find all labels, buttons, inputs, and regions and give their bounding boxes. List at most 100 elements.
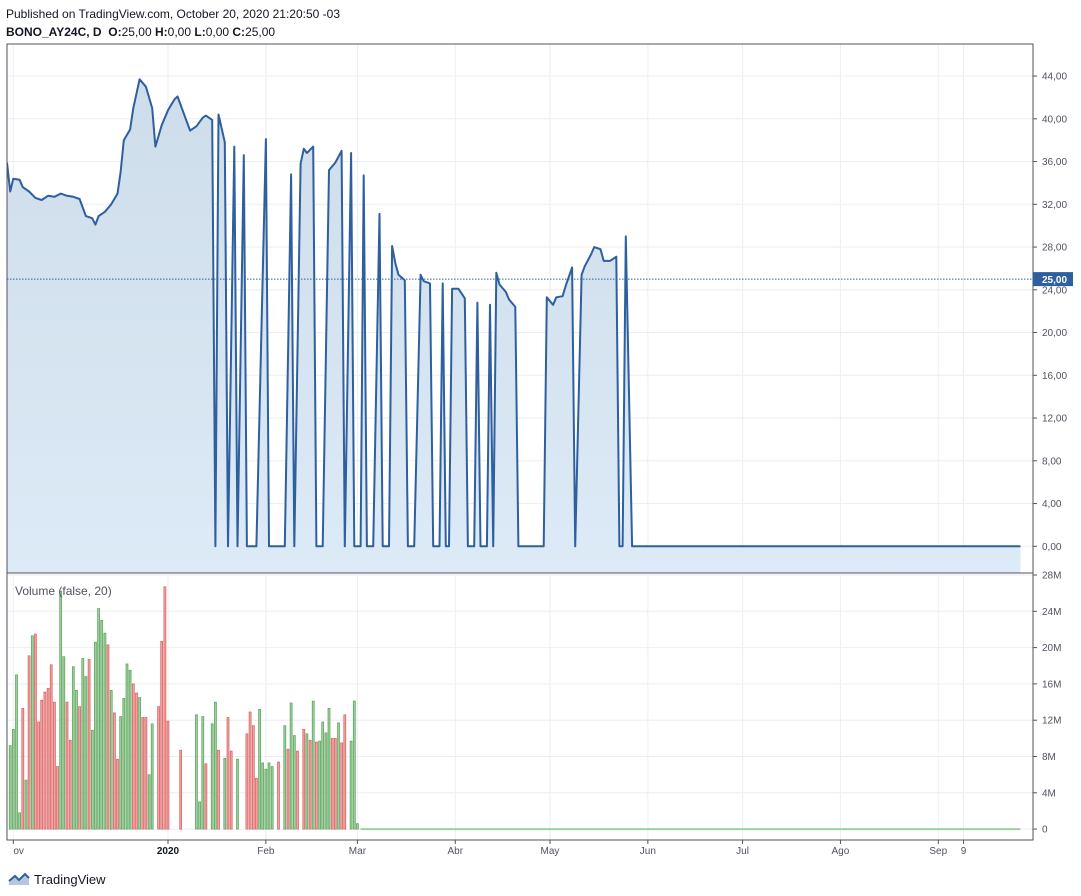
volume-bar [340,742,344,830]
volume-bar [103,632,107,830]
time-tick-label: Ago [832,846,850,857]
price-tick-label: 44,00 [1042,72,1067,83]
volume-bar [59,590,63,830]
volume-bar [283,725,287,830]
time-tick-label: Mar [349,846,367,857]
price-tick-label: 20,00 [1042,328,1067,339]
price-area-fill [7,79,1021,573]
time-tick-label: 2020 [157,846,180,857]
volume-bar [27,655,31,830]
volume-bar [258,708,261,830]
volume-bar [116,758,119,830]
volume-bar [330,738,334,830]
volume-bar [163,586,167,830]
price-tick-label: 28,00 [1042,243,1067,254]
volume-bar [292,735,296,830]
volume-bar [277,761,280,830]
volume-bar [264,768,268,830]
volume-bar [62,656,66,830]
volume-bar [286,748,290,830]
volume-axis[interactable]: 0 4M 8M 12M 16M 20M 24M 28M [1033,571,1061,836]
volume-bar [236,758,239,830]
volume-bar [97,608,100,830]
time-tick-label: 9 [961,846,967,857]
volume-tick-label: 20M [1042,643,1061,654]
volume-bar [166,720,170,830]
volume-bar [43,691,47,830]
volume-bar [248,711,252,830]
volume-bar [198,801,201,830]
volume-bar [210,723,214,830]
volume-bar [94,641,97,830]
time-tick-label: ov [13,846,24,857]
volume-bar [305,733,309,830]
volume-bar [343,714,347,830]
volume-bar [30,635,34,830]
price-axis[interactable]: 0,00 4,00 8,00 12,00 16,00 20,00 24,00 28,00 32,… [1033,72,1067,553]
volume-bar [138,697,141,830]
volume-bar [223,757,227,830]
volume-indicator-title[interactable]: Volume (false, 20) [15,584,112,598]
volume-bar [201,716,205,830]
volume-bar [296,750,299,830]
volume-bar [24,779,28,830]
volume-bar [324,732,328,830]
volume-bar [356,823,359,830]
volume-bar [15,674,18,830]
volume-bar [141,717,145,830]
volume-bar [37,721,40,830]
volume-bar [122,698,126,830]
volume-bar [128,669,132,830]
price-tick-label: 4,00 [1042,499,1062,510]
volume-bar [144,717,148,830]
time-tick-label: Jul [736,846,749,857]
volume-bar [352,700,356,830]
volume-bar [131,683,135,830]
volume-bar [255,777,258,830]
volume-bar [349,740,353,830]
price-tick-label: 0,00 [1042,542,1062,553]
volume-bar [337,722,340,830]
volume-bar [150,723,154,830]
time-tick-label: Sep [929,846,947,857]
volume-tick-label: 4M [1042,788,1056,799]
price-tick-label: 36,00 [1042,157,1067,168]
volume-bar [157,706,160,830]
volume-bar [65,701,69,830]
time-tick-label: Feb [257,846,275,857]
price-tick-label: 8,00 [1042,456,1062,467]
volume-bar [56,766,59,830]
price-tick-label: 16,00 [1042,371,1067,382]
chart-canvas[interactable]: 0,00 4,00 8,00 12,00 16,00 20,00 24,00 28,00 32,… [0,0,1081,870]
volume-bar [46,688,50,830]
volume-bar [289,702,293,830]
volume-bar [327,708,331,830]
volume-bar [109,689,113,830]
volume-bar [71,666,75,830]
tradingview-brand[interactable]: TradingView [8,870,106,888]
volume-bar [308,739,312,830]
volume-bar [318,740,321,830]
volume-bar [78,706,81,830]
time-tick-label: May [541,846,560,857]
volume-bar [302,728,306,830]
volume-tick-label: 24M [1042,607,1061,618]
volume-bar [245,733,249,830]
volume-bar [90,729,94,830]
volume-bar [321,721,325,830]
volume-bar [8,745,12,830]
volume-tick-label: 8M [1042,752,1056,763]
volume-bar [53,701,56,830]
volume-bar [87,659,91,830]
time-axis[interactable]: ov 2020 Feb Mar Abr May Jun Jul Ago Sep 9 [12,840,967,857]
volume-bar [333,738,337,830]
volume-bar [113,712,116,830]
volume-bar [40,699,44,830]
price-area-series [7,78,1021,573]
volume-bar [135,692,138,830]
volume-bar [81,658,85,830]
volume-bar [195,714,198,830]
volume-tick-label: 28M [1042,571,1061,582]
volume-bar [68,739,72,830]
volume-bar [147,774,151,830]
